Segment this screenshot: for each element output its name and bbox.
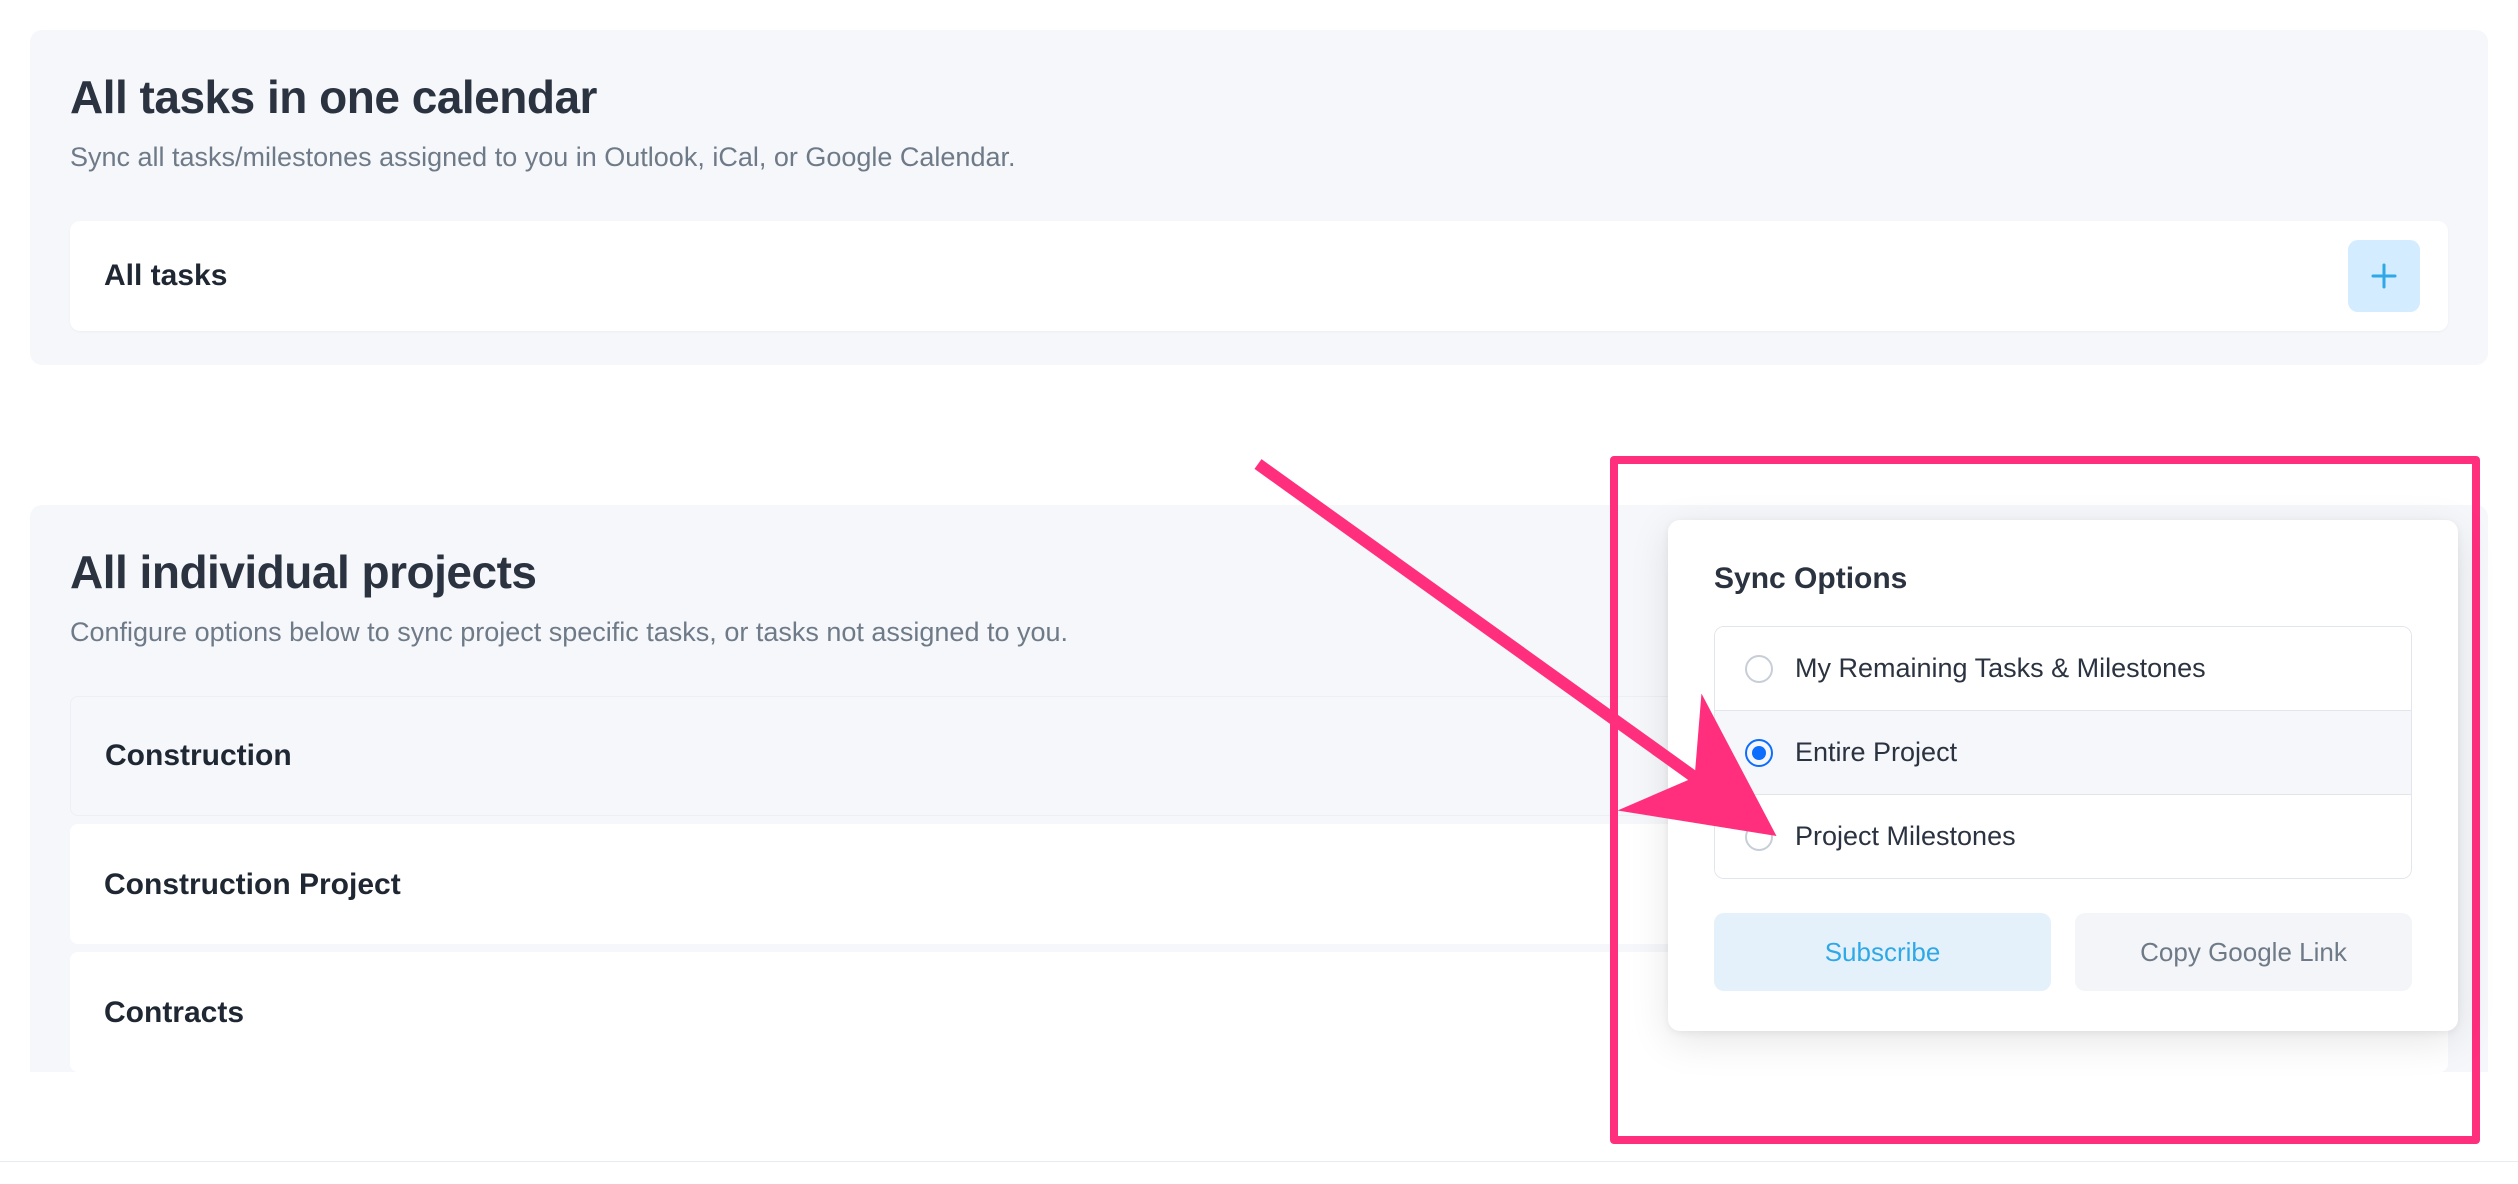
sync-option-project-milestones[interactable]: Project Milestones: [1715, 794, 2411, 878]
all-tasks-subtitle: Sync all tasks/milestones assigned to yo…: [70, 142, 2448, 173]
add-all-tasks-button[interactable]: [2348, 240, 2420, 312]
all-tasks-row-label: All tasks: [104, 259, 227, 293]
sync-options-title: Sync Options: [1714, 562, 2412, 596]
sync-options-radio-group: My Remaining Tasks & Milestones Entire P…: [1714, 626, 2412, 879]
plus-icon: [2369, 261, 2399, 291]
radio-icon: [1745, 739, 1773, 767]
sync-option-my-remaining[interactable]: My Remaining Tasks & Milestones: [1715, 627, 2411, 710]
project-row-label: Contracts: [104, 996, 244, 1030]
sync-options-actions: Subscribe Copy Google Link: [1714, 913, 2412, 991]
radio-icon: [1745, 655, 1773, 683]
subscribe-button[interactable]: Subscribe: [1714, 913, 2051, 991]
radio-icon: [1745, 823, 1773, 851]
sync-options-popover: Sync Options My Remaining Tasks & Milest…: [1668, 520, 2458, 1031]
all-tasks-panel: All tasks in one calendar Sync all tasks…: [30, 30, 2488, 365]
sync-option-entire-project[interactable]: Entire Project: [1715, 710, 2411, 794]
sync-option-label: Project Milestones: [1795, 821, 2016, 852]
project-row-label: Construction: [105, 739, 292, 773]
all-tasks-row[interactable]: All tasks: [70, 221, 2448, 331]
sync-option-label: Entire Project: [1795, 737, 1957, 768]
project-row-label: Construction Project: [104, 868, 401, 902]
copy-google-link-button[interactable]: Copy Google Link: [2075, 913, 2412, 991]
sync-option-label: My Remaining Tasks & Milestones: [1795, 653, 2206, 684]
divider: [0, 1161, 2518, 1162]
all-tasks-heading: All tasks in one calendar: [70, 70, 2448, 124]
